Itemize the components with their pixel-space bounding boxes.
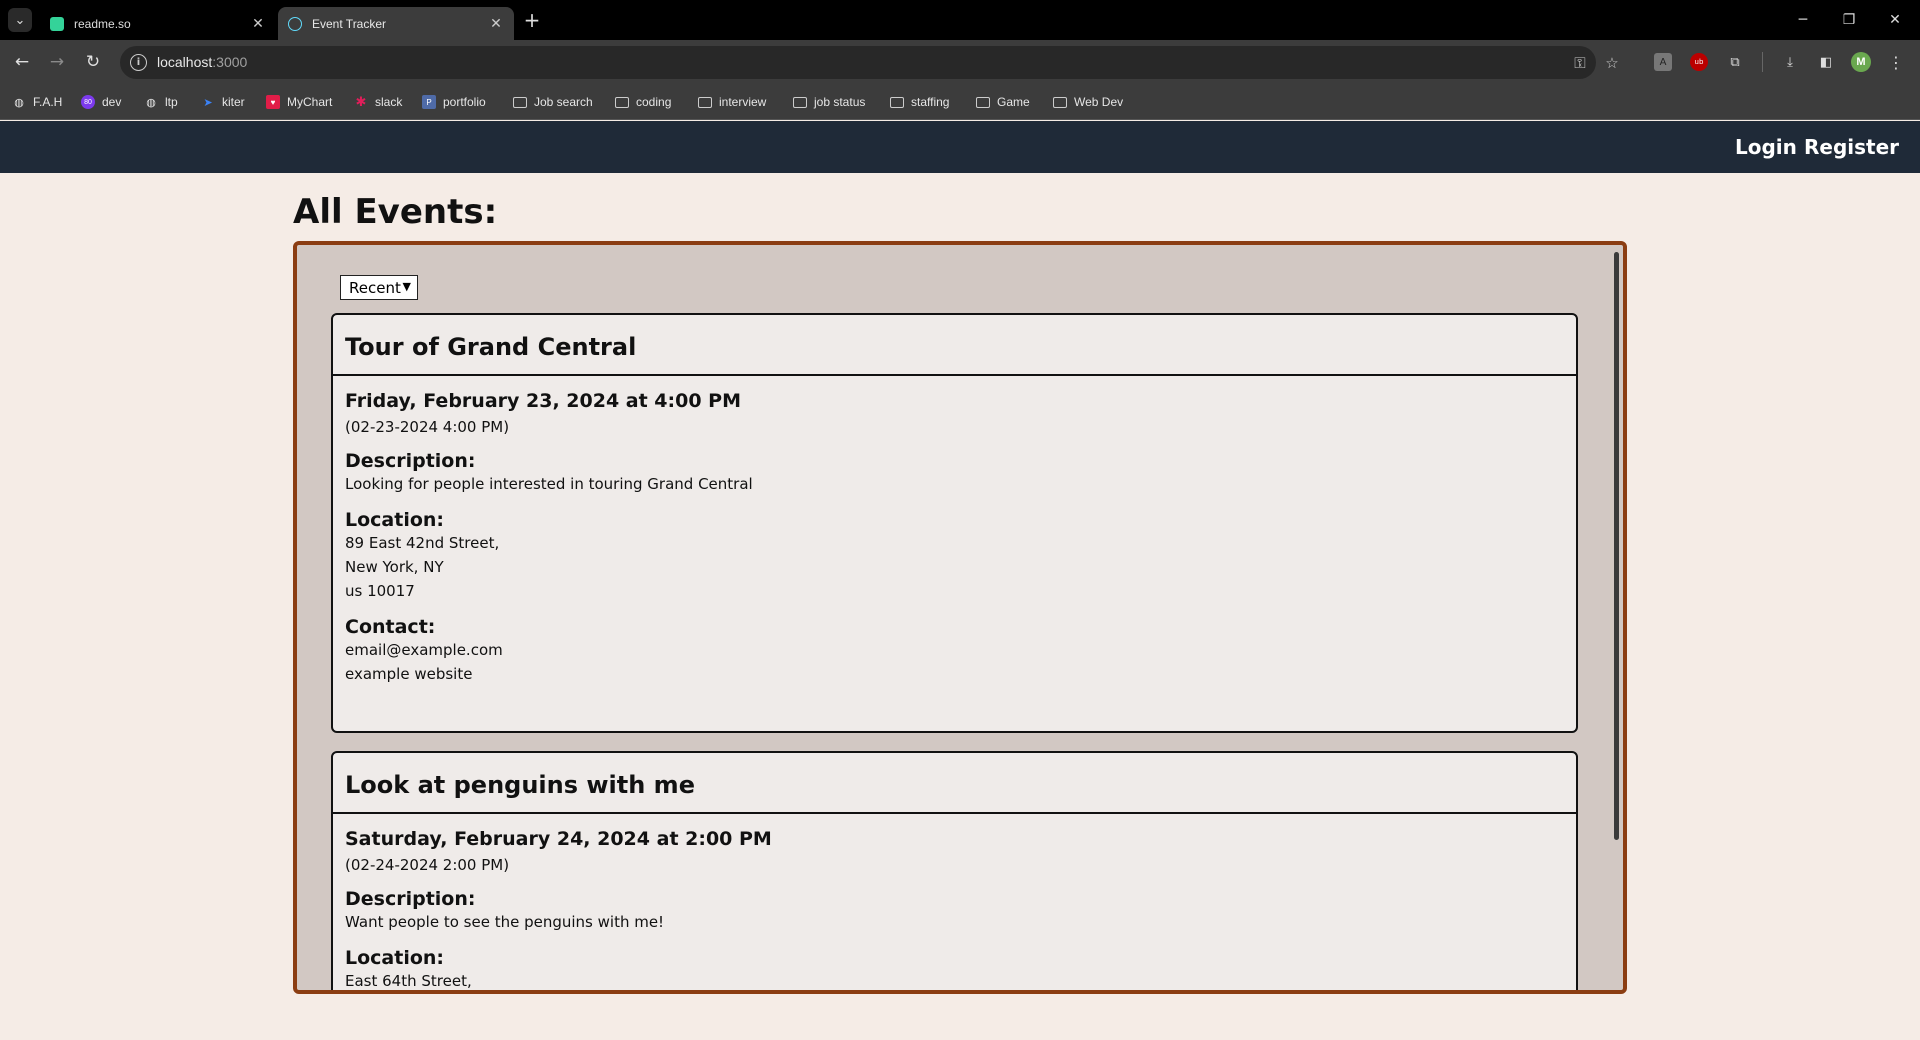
- event-description: Want people to see the penguins with me!: [345, 913, 665, 931]
- bookmark-slack[interactable]: ✱ slack: [354, 92, 403, 112]
- bookmark-folder-coding[interactable]: coding: [615, 92, 671, 112]
- bookmark-kiter[interactable]: ➤ kiter: [201, 92, 244, 112]
- bookmark-folder-job-search[interactable]: Job search: [513, 92, 593, 112]
- contact-label: Contact:: [345, 616, 436, 638]
- forward-arrow-icon[interactable]: →: [45, 50, 69, 74]
- event-description: Looking for people interested in touring…: [345, 475, 753, 493]
- minimize-icon[interactable]: ─: [1780, 0, 1826, 40]
- folder-icon: [615, 95, 629, 109]
- bookmark-star-icon[interactable]: ☆: [1603, 54, 1621, 72]
- bookmark-fah[interactable]: ◍ F.A.H: [12, 92, 62, 112]
- extension-icon[interactable]: A: [1654, 53, 1672, 71]
- close-tab-icon[interactable]: ✕: [488, 15, 504, 32]
- event-card: Look at penguins with me Saturday, Febru…: [331, 751, 1578, 990]
- ublock-icon[interactable]: ub: [1690, 53, 1708, 71]
- app-navbar: Login Register: [0, 121, 1920, 173]
- sort-select[interactable]: Recent ▼: [340, 275, 418, 300]
- tab-title: Event Tracker: [312, 16, 387, 31]
- back-arrow-icon[interactable]: ←: [10, 50, 34, 74]
- chevron-down-icon: ▼: [402, 280, 411, 293]
- login-link[interactable]: Login: [1735, 135, 1797, 159]
- browser-tabstrip: ⌄ readme.so ✕ Event Tracker ✕ + ─ ❐ ✕: [0, 0, 1920, 40]
- bookmark-mychart[interactable]: ♥ MyChart: [266, 92, 332, 112]
- folder-icon: [698, 95, 712, 109]
- bookmarks-bar: ◍ F.A.H 80 dev ◍ ltp ➤ kiter ♥ MyChart ✱ slack…: [0, 84, 1920, 120]
- bookmark-folder-job-status[interactable]: job status: [793, 92, 865, 112]
- location-line: 89 East 42nd Street,: [345, 534, 500, 552]
- event-date-short: (02-24-2024 2:00 PM): [345, 856, 510, 874]
- toolbar-separator: [1762, 52, 1763, 72]
- profile-avatar[interactable]: M: [1851, 52, 1871, 72]
- close-tab-icon[interactable]: ✕: [250, 15, 266, 32]
- more-menu-icon[interactable]: ⋮: [1887, 53, 1905, 72]
- location-label: Location:: [345, 509, 445, 531]
- location-line: New York, NY: [345, 558, 444, 576]
- browser-toolbar: ← → ↻ i localhost:3000 ⚿ ☆ A ub ⧉ ⤓ ◧ M …: [0, 40, 1920, 84]
- portfolio-icon: P: [422, 95, 436, 109]
- location-line: East 64th Street,: [345, 972, 472, 990]
- event-date: Friday, February 23, 2024 at 4:00 PM: [345, 390, 742, 412]
- description-label: Description:: [345, 450, 476, 472]
- globe-icon: ◍: [146, 96, 156, 109]
- page-title: All Events:: [293, 192, 498, 232]
- window-close-icon[interactable]: ✕: [1872, 0, 1918, 40]
- download-icon[interactable]: ⤓: [1781, 53, 1799, 71]
- address-bar[interactable]: i localhost:3000 ⚿ ☆: [120, 46, 1619, 79]
- contact-website-link[interactable]: example website: [345, 662, 1564, 686]
- side-panel-icon[interactable]: ◧: [1817, 53, 1835, 71]
- mychart-icon: ♥: [266, 95, 280, 109]
- sort-selected-value: Recent: [349, 278, 401, 297]
- events-scrollbar[interactable]: [1614, 252, 1619, 840]
- kiter-icon: ➤: [203, 96, 213, 109]
- folder-icon: [1053, 95, 1067, 109]
- tab-title: readme.so: [74, 16, 131, 31]
- folder-icon: [793, 95, 807, 109]
- key-icon[interactable]: ⚿: [1571, 54, 1589, 72]
- event-details: Saturday, February 24, 2024 at 2:00 PM (…: [333, 814, 1576, 990]
- restore-icon[interactable]: ❐: [1826, 0, 1872, 40]
- extensions-puzzle-icon[interactable]: ⧉: [1726, 53, 1744, 71]
- event-card: Tour of Grand Central Friday, February 2…: [331, 313, 1578, 733]
- bookmark-folder-game[interactable]: Game: [976, 92, 1030, 112]
- contact-email: email@example.com: [345, 641, 503, 659]
- readme-favicon-icon: [50, 16, 64, 31]
- tab-search-chevron-icon[interactable]: ⌄: [8, 8, 32, 32]
- location-line: us 10017: [345, 582, 415, 600]
- bookmark-ltp[interactable]: ◍ ltp: [144, 92, 178, 112]
- slack-icon: ✱: [355, 94, 367, 109]
- location-label: Location:: [345, 947, 445, 969]
- events-list-container[interactable]: Recent ▼ Tour of Grand Central Friday, F…: [293, 241, 1627, 994]
- bookmark-folder-web-dev[interactable]: Web Dev: [1053, 92, 1123, 112]
- tab-readme[interactable]: readme.so ✕: [40, 7, 276, 40]
- reload-icon[interactable]: ↻: [81, 50, 105, 74]
- register-link[interactable]: Register: [1804, 135, 1899, 159]
- globe-icon: ◍: [14, 96, 24, 109]
- bookmark-dev[interactable]: 80 dev: [81, 92, 121, 112]
- event-details: Friday, February 23, 2024 at 4:00 PM (02…: [333, 376, 1576, 686]
- bookmark-portfolio[interactable]: Pportfolio: [422, 92, 486, 112]
- folder-icon: [513, 95, 527, 109]
- event-title: Look at penguins with me: [333, 753, 1576, 814]
- event-date-short: (02-23-2024 4:00 PM): [345, 418, 510, 436]
- url-text: localhost:3000: [157, 54, 248, 70]
- event-title: Tour of Grand Central: [333, 315, 1576, 376]
- new-tab-plus-icon[interactable]: +: [520, 8, 544, 32]
- folder-icon: [890, 95, 904, 109]
- site-info-icon[interactable]: i: [130, 54, 147, 71]
- tab-event-tracker[interactable]: Event Tracker ✕: [278, 7, 514, 40]
- folder-icon: [976, 95, 990, 109]
- description-label: Description:: [345, 888, 476, 910]
- bookmark-folder-interview[interactable]: interview: [698, 92, 766, 112]
- react-favicon-icon: [288, 16, 302, 31]
- bookmark-folder-staffing[interactable]: staffing: [890, 92, 949, 112]
- event-date: Saturday, February 24, 2024 at 2:00 PM: [345, 828, 772, 850]
- dev-icon: 80: [81, 95, 95, 109]
